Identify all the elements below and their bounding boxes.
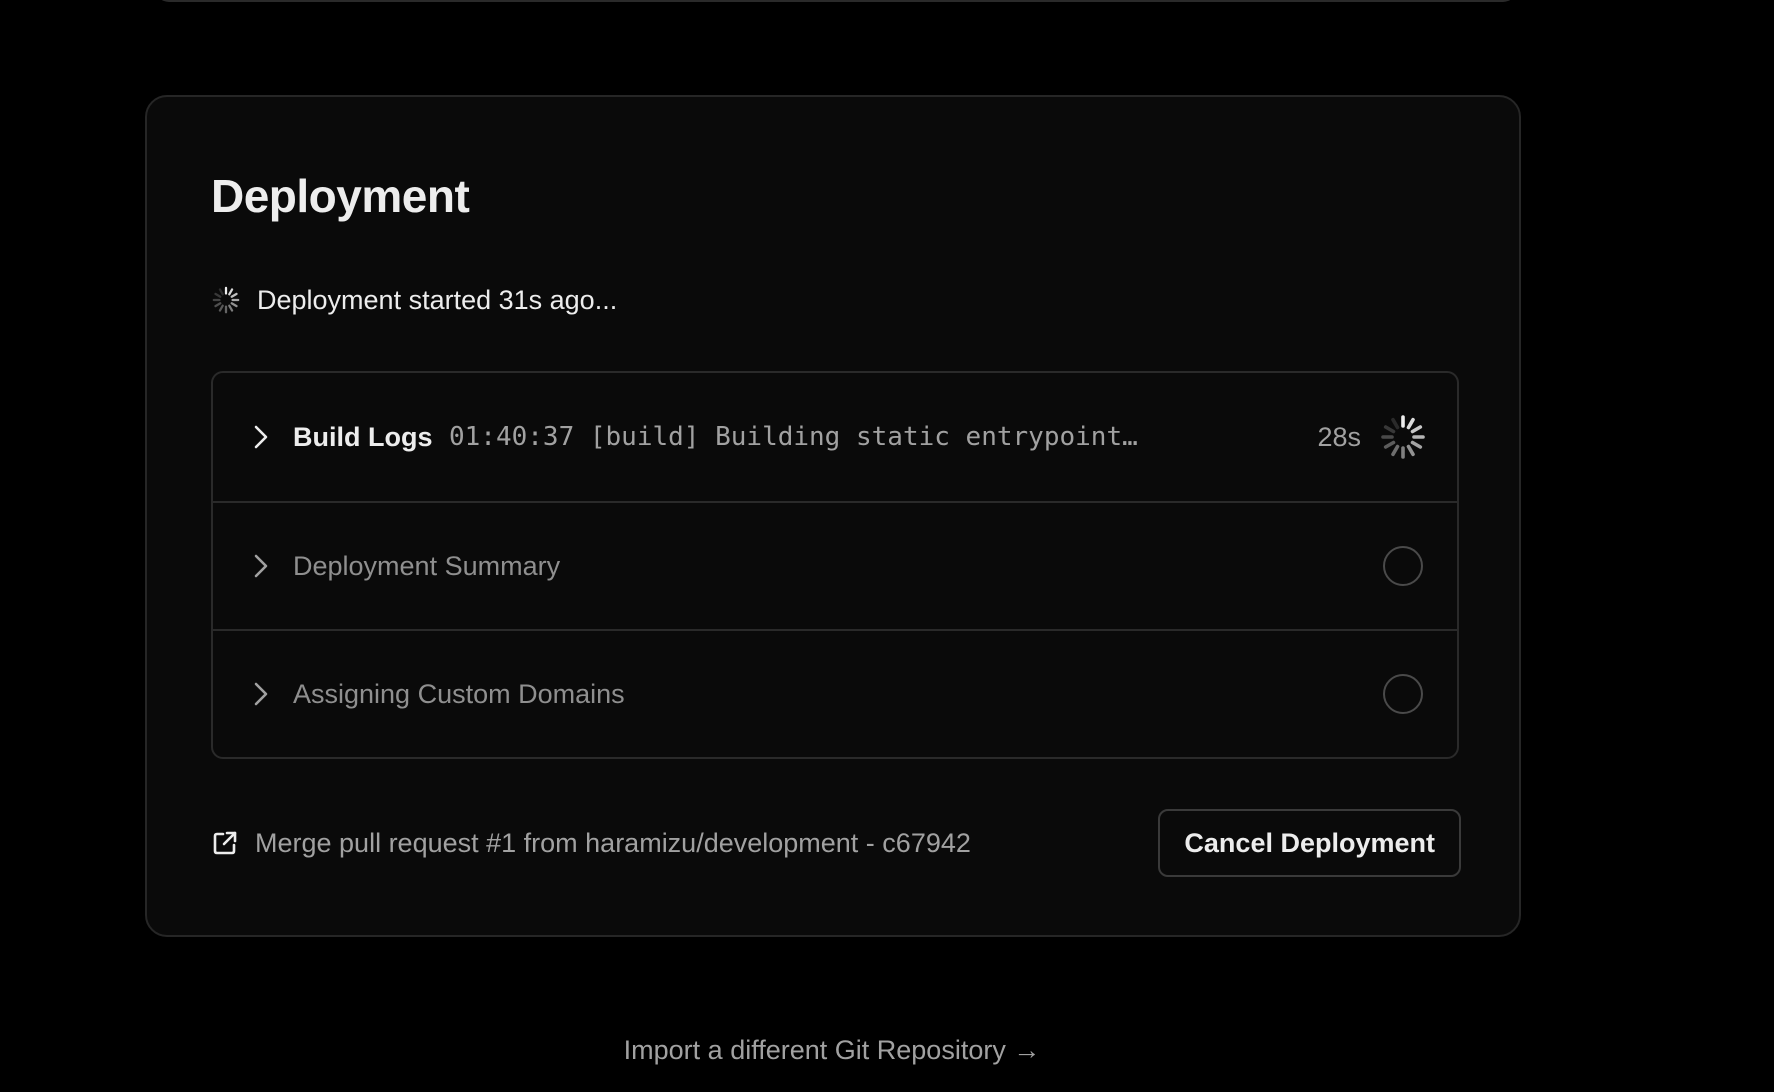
cancel-deployment-button[interactable]: Cancel Deployment	[1158, 809, 1461, 877]
deployment-card: Deployment Deployment started 31s ago...	[145, 95, 1521, 937]
chevron-right-icon	[254, 554, 268, 578]
build-log-line: 01:40:37 [build] Building static entrypo…	[449, 422, 1138, 452]
step-label: Deployment Summary	[293, 550, 561, 581]
deployment-footer: Merge pull request #1 from haramizu/deve…	[211, 809, 1461, 877]
pending-circle-icon	[1383, 546, 1423, 586]
step-assigning-custom-domains[interactable]: Assigning Custom Domains	[213, 629, 1457, 757]
deployment-steps: Build Logs 01:40:37 [build] Building sta…	[211, 371, 1459, 759]
chevron-right-icon	[254, 425, 268, 449]
status-text: Deployment started 31s ago...	[257, 284, 618, 315]
build-duration: 28s	[1317, 421, 1361, 452]
step-label: Assigning Custom Domains	[293, 678, 625, 709]
external-link-icon	[213, 831, 237, 855]
deployment-status: Deployment started 31s ago...	[211, 283, 617, 317]
previous-card-edge	[155, 0, 1517, 2]
commit-link[interactable]: Merge pull request #1 from haramizu/deve…	[211, 809, 971, 877]
commit-message: Merge pull request #1 from haramizu/deve…	[255, 827, 971, 858]
step-deployment-summary[interactable]: Deployment Summary	[213, 501, 1457, 629]
import-repository-link[interactable]: Import a different Git Repository →	[0, 1035, 1664, 1066]
page-title: Deployment	[211, 170, 470, 222]
loading-spinner-icon	[1381, 415, 1425, 459]
chevron-right-icon	[254, 682, 268, 706]
pending-circle-icon	[1383, 674, 1423, 714]
step-label: Build Logs	[293, 421, 433, 452]
loading-spinner-icon	[212, 286, 240, 314]
step-build-logs[interactable]: Build Logs 01:40:37 [build] Building sta…	[213, 373, 1457, 501]
